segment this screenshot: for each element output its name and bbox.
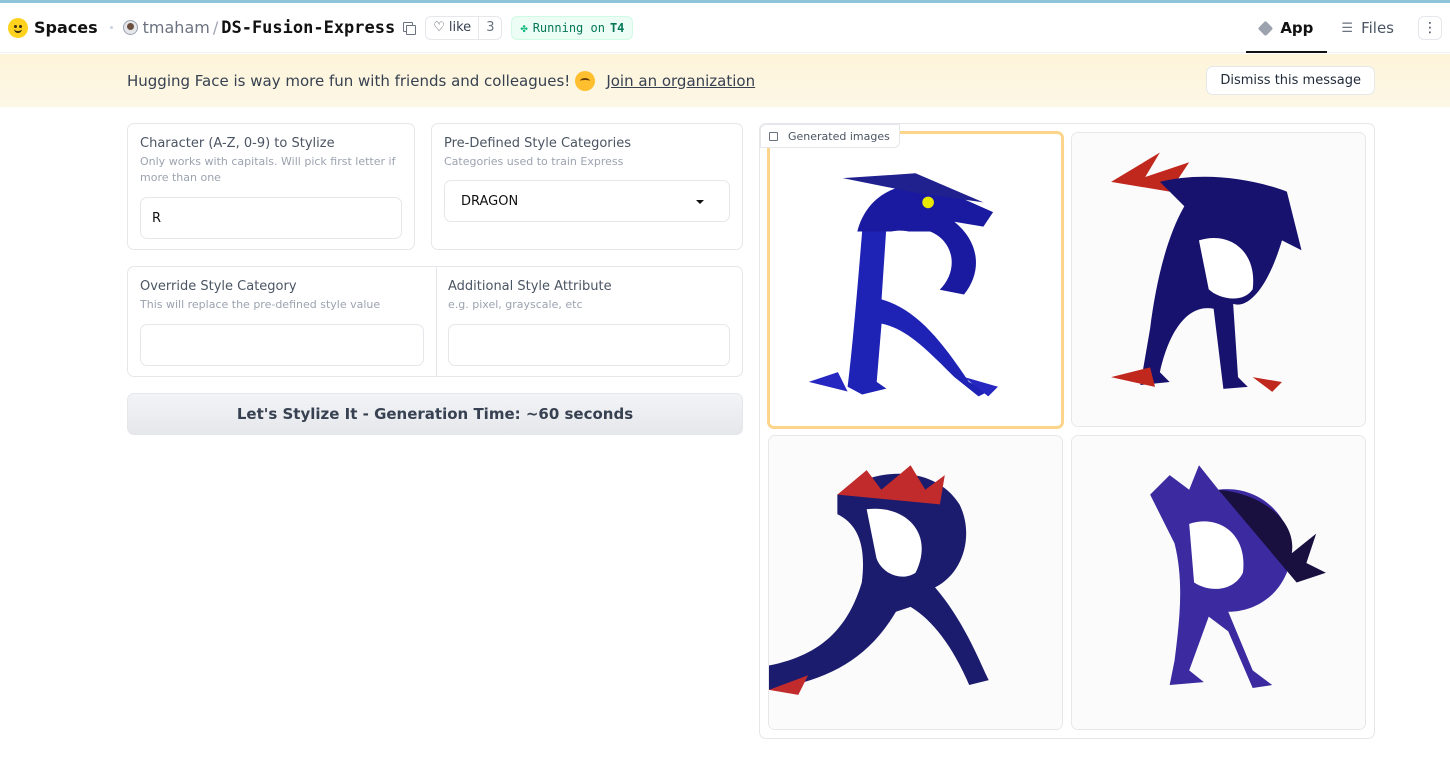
top-header: Spaces tmaham / DS-Fusion-Express ♡ like… bbox=[0, 3, 1450, 53]
gallery-label-text: Generated images bbox=[788, 129, 890, 143]
style-category-select[interactable]: DRAGON bbox=[444, 180, 730, 222]
hugging-emoji-icon bbox=[575, 70, 596, 91]
style-category-panel: Pre-Defined Style Categories Categories … bbox=[431, 123, 743, 250]
join-organization-link[interactable]: Join an organization bbox=[606, 72, 755, 90]
tab-files-label: Files bbox=[1361, 19, 1394, 37]
separator-dot bbox=[109, 26, 113, 29]
heart-icon: ♡ bbox=[433, 20, 445, 35]
gallery-image-4[interactable] bbox=[1071, 435, 1366, 730]
space-nav: App ☰ Files ⋮ bbox=[1246, 3, 1450, 53]
gallery-image-2[interactable] bbox=[1071, 132, 1366, 427]
style-category-info: Categories used to train Express bbox=[444, 155, 624, 168]
caret-down-icon bbox=[696, 200, 704, 204]
dragon-r-image-1 bbox=[770, 134, 1061, 426]
hugging-face-logo-icon[interactable] bbox=[8, 17, 28, 38]
like-button[interactable]: ♡ like bbox=[426, 17, 478, 39]
additional-label: Additional Style Attribute bbox=[448, 279, 612, 294]
running-status-badge[interactable]: ✤ Running on T4 bbox=[511, 15, 634, 40]
gallery-label: Generated images bbox=[760, 124, 900, 148]
files-icon: ☰ bbox=[1341, 20, 1354, 36]
owner-link[interactable]: tmaham bbox=[143, 18, 210, 37]
tab-app-label: App bbox=[1280, 19, 1314, 37]
additional-info: e.g. pixel, grayscale, etc bbox=[448, 298, 583, 311]
cube-icon bbox=[1258, 20, 1274, 36]
gallery-image-1[interactable] bbox=[767, 131, 1064, 429]
character-info: Only works with capitals. Will pick firs… bbox=[140, 155, 396, 184]
gallery-image-3[interactable] bbox=[768, 435, 1063, 730]
dragon-r-image-2 bbox=[1072, 133, 1365, 426]
panel-divider bbox=[436, 267, 437, 376]
generate-button[interactable]: Let's Stylize It - Generation Time: ~60 … bbox=[127, 393, 743, 435]
spaces-link[interactable]: Spaces bbox=[34, 18, 98, 37]
style-attributes-panel: Override Style Category This will replac… bbox=[127, 266, 743, 377]
character-input[interactable]: R bbox=[140, 197, 402, 239]
copy-icon[interactable] bbox=[403, 21, 417, 35]
status-hardware: T4 bbox=[609, 20, 625, 35]
organization-banner: Hugging Face is way more fun with friend… bbox=[0, 54, 1450, 107]
additional-style-input[interactable] bbox=[448, 324, 730, 366]
like-label: like bbox=[448, 20, 472, 35]
image-icon bbox=[769, 131, 778, 141]
path-slash: / bbox=[212, 18, 219, 37]
owner-avatar[interactable] bbox=[122, 20, 138, 35]
tab-files[interactable]: ☰ Files bbox=[1327, 3, 1408, 53]
status-prefix: Running on bbox=[532, 20, 605, 35]
override-label: Override Style Category bbox=[140, 279, 297, 294]
like-group: ♡ like 3 bbox=[425, 15, 503, 40]
like-count[interactable]: 3 bbox=[478, 16, 501, 39]
more-options-button[interactable]: ⋮ bbox=[1418, 16, 1442, 40]
character-field-panel: Character (A-Z, 0-9) to Stylize Only wor… bbox=[127, 123, 415, 250]
banner-text: Hugging Face is way more fun with friend… bbox=[127, 71, 571, 90]
override-style-input[interactable] bbox=[140, 324, 424, 366]
style-category-label: Pre-Defined Style Categories bbox=[444, 136, 632, 151]
repo-name-link[interactable]: DS-Fusion-Express bbox=[221, 18, 395, 38]
override-info: This will replace the pre-defined style … bbox=[140, 298, 381, 311]
dragon-r-image-3 bbox=[769, 436, 1062, 729]
character-label: Character (A-Z, 0-9) to Stylize bbox=[140, 136, 335, 151]
dismiss-message-button[interactable]: Dismiss this message bbox=[1206, 66, 1375, 95]
tab-app[interactable]: App bbox=[1246, 3, 1328, 53]
style-category-value: DRAGON bbox=[461, 193, 519, 209]
dragon-r-image-4 bbox=[1072, 436, 1365, 729]
fan-icon: ✤ bbox=[520, 20, 528, 35]
